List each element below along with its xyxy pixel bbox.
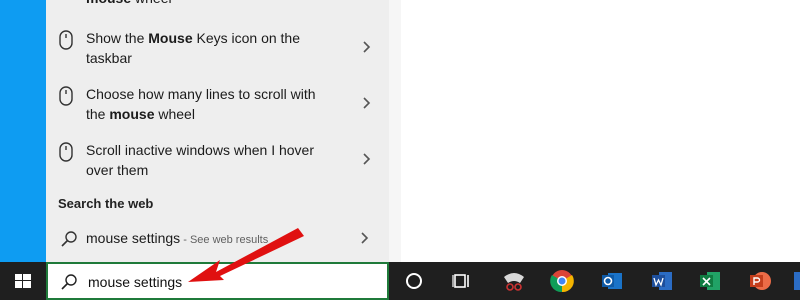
windows-start-icon[interactable] (0, 262, 46, 300)
result-label: mouse wheel (86, 0, 336, 8)
mouse-icon (59, 30, 73, 50)
mouse-icon (59, 86, 73, 106)
search-icon (61, 231, 77, 247)
panel-divider (389, 0, 401, 262)
annotation-arrow (188, 228, 304, 282)
taskbar: mouse settings (0, 262, 800, 300)
result-item-mouse-keys-icon[interactable]: Show the Mouse Keys icon on the taskbar (46, 28, 389, 72)
taskbar-overflow-icon[interactable] (794, 272, 800, 290)
chevron-right-icon (363, 97, 371, 109)
result-item-scroll-inactive-windows[interactable]: Scroll inactive windows when I hover ove… (46, 140, 389, 184)
chevron-right-icon (363, 41, 371, 53)
chrome-icon[interactable] (548, 267, 576, 295)
result-label: Show the Mouse Keys icon on the taskbar (86, 30, 301, 66)
result-item-mouse-wheel[interactable]: mouse wheel (46, 0, 389, 20)
desktop-background-strip (0, 0, 46, 262)
word-icon[interactable] (648, 267, 676, 295)
result-label: Scroll inactive windows when I hover ove… (86, 142, 314, 178)
cortana-icon[interactable] (400, 267, 428, 295)
outlook-icon[interactable] (598, 267, 626, 295)
search-input[interactable]: mouse settings (88, 274, 182, 290)
result-item-lines-to-scroll[interactable]: Choose how many lines to scroll with the… (46, 84, 389, 128)
snip-icon[interactable] (500, 267, 528, 295)
result-label: Choose how many lines to scroll with the… (86, 86, 316, 122)
chevron-right-icon (363, 153, 371, 165)
mouse-icon (59, 142, 73, 162)
section-heading-search-web: Search the web (58, 196, 154, 211)
chevron-right-icon (361, 232, 369, 244)
powerpoint-icon[interactable] (746, 267, 774, 295)
preview-pane (401, 0, 800, 262)
search-icon (61, 274, 77, 290)
task-view-icon[interactable] (448, 267, 476, 295)
excel-icon[interactable] (696, 267, 724, 295)
